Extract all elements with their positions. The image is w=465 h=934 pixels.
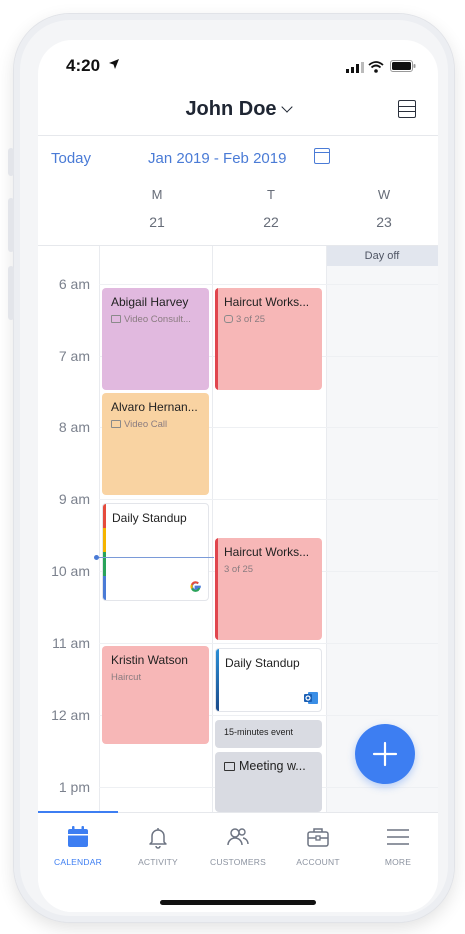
column-divider xyxy=(212,246,213,812)
tab-label: ACCOUNT xyxy=(296,857,340,867)
tab-label: CALENDAR xyxy=(54,857,102,867)
event-color-bar xyxy=(215,288,218,390)
event-color-bar xyxy=(215,538,218,640)
day-name: M xyxy=(151,187,163,202)
outlook-icon xyxy=(304,692,318,704)
event-title: 15-minutes event xyxy=(224,727,294,737)
outlook-color-bar xyxy=(216,649,219,711)
event-subtitle: Video Consult... xyxy=(124,314,191,325)
status-time: 4:20 xyxy=(66,56,101,75)
event-card[interactable]: Daily Standup xyxy=(215,648,322,712)
calendar-icon xyxy=(68,826,88,847)
briefcase-icon xyxy=(307,828,329,847)
home-indicator[interactable] xyxy=(160,900,316,905)
battery-icon xyxy=(390,60,416,72)
hour-label: 12 am xyxy=(51,707,90,723)
hour-label: 6 am xyxy=(58,276,90,292)
tab-activity[interactable]: ACTIVITY xyxy=(118,823,198,867)
day-name: W xyxy=(377,187,391,202)
current-time-line xyxy=(96,557,214,558)
event-card[interactable]: Kristin Watson Haircut xyxy=(102,646,209,744)
tab-calendar[interactable]: CALENDAR xyxy=(38,823,118,867)
phone-side-button xyxy=(8,266,14,320)
phone-side-button xyxy=(8,148,14,176)
event-card[interactable]: 15-minutes event xyxy=(215,720,322,748)
event-title: Haircut Works... xyxy=(224,545,310,559)
event-card[interactable]: Daily Standup xyxy=(102,503,209,601)
calendar-picker-icon[interactable] xyxy=(314,148,330,164)
current-time-dot xyxy=(94,555,99,560)
phone-side-button xyxy=(8,198,14,252)
plus-icon xyxy=(372,741,398,767)
event-subtitle: Haircut xyxy=(111,672,142,683)
user-name: John Doe xyxy=(185,98,277,121)
event-title: Daily Standup xyxy=(225,656,300,670)
event-title: Daily Standup xyxy=(112,511,187,525)
hour-label: 7 am xyxy=(58,348,90,364)
day-off-banner: Day off xyxy=(326,246,438,266)
event-title: Alvaro Hernan... xyxy=(111,400,198,414)
date-range[interactable]: Jan 2019 - Feb 2019 xyxy=(148,150,286,167)
divider xyxy=(38,135,438,136)
wifi-icon xyxy=(368,61,384,73)
day-number[interactable]: 21 xyxy=(137,214,177,230)
day-number[interactable]: 22 xyxy=(251,214,291,230)
event-title: Haircut Works... xyxy=(224,295,310,309)
event-title: Kristin Watson xyxy=(111,653,188,667)
chevron-down-icon xyxy=(280,101,293,113)
group-icon xyxy=(224,315,233,324)
tab-label: MORE xyxy=(384,857,412,867)
signal-icon xyxy=(346,62,364,73)
location-arrow-icon xyxy=(109,59,119,69)
video-icon xyxy=(111,420,121,429)
tab-more[interactable]: MORE xyxy=(358,823,438,867)
hour-label: 11 am xyxy=(52,635,90,651)
google-color-bar xyxy=(103,504,106,600)
day-number[interactable]: 23 xyxy=(364,214,404,230)
column-divider xyxy=(99,246,100,812)
google-icon xyxy=(190,581,201,592)
column-divider xyxy=(326,246,327,812)
event-subtitle: 3 of 25 xyxy=(224,564,254,575)
customers-icon xyxy=(227,828,249,846)
user-selector[interactable]: John Doe xyxy=(38,98,438,121)
hour-line xyxy=(99,284,438,285)
today-button[interactable]: Today xyxy=(51,150,91,167)
video-icon xyxy=(224,762,235,772)
app-screen: 4:20 John Doe Today Jan 2019 - Feb 2019 … xyxy=(38,40,438,912)
hour-label: 1 pm xyxy=(58,779,90,795)
menu-icon xyxy=(387,829,409,845)
tab-customers[interactable]: CUSTOMERS xyxy=(198,823,278,867)
tab-label: ACTIVITY xyxy=(138,857,178,867)
event-card[interactable]: Meeting w... xyxy=(215,752,322,812)
tab-bar: CALENDAR ACTIVITY CUSTOMERS ACCOUNT MORE xyxy=(38,812,438,912)
day-name: T xyxy=(267,187,275,202)
event-title: Abigail Harvey xyxy=(111,295,189,309)
event-card[interactable]: Haircut Works... 3 of 25 xyxy=(215,288,322,390)
tab-account[interactable]: ACCOUNT xyxy=(278,823,358,867)
hour-label: 9 am xyxy=(58,491,90,507)
hour-line xyxy=(99,643,438,644)
event-card[interactable]: Abigail Harvey Video Consult... xyxy=(102,288,209,390)
tab-label: CUSTOMERS xyxy=(210,857,266,867)
hour-label: 8 am xyxy=(58,419,90,435)
event-card[interactable]: Haircut Works... 3 of 25 xyxy=(215,538,322,640)
hour-label: 10 am xyxy=(51,563,90,579)
add-event-button[interactable] xyxy=(355,724,415,784)
hour-line xyxy=(99,499,438,500)
event-subtitle: 3 of 25 xyxy=(236,314,266,325)
view-toggle-icon[interactable] xyxy=(398,100,416,118)
bell-icon xyxy=(149,828,167,849)
video-icon xyxy=(111,315,121,324)
event-subtitle: Video Call xyxy=(124,419,168,430)
event-title: Meeting w... xyxy=(239,759,306,773)
event-card[interactable]: Alvaro Hernan... Video Call xyxy=(102,393,209,495)
active-tab-indicator xyxy=(38,811,118,813)
